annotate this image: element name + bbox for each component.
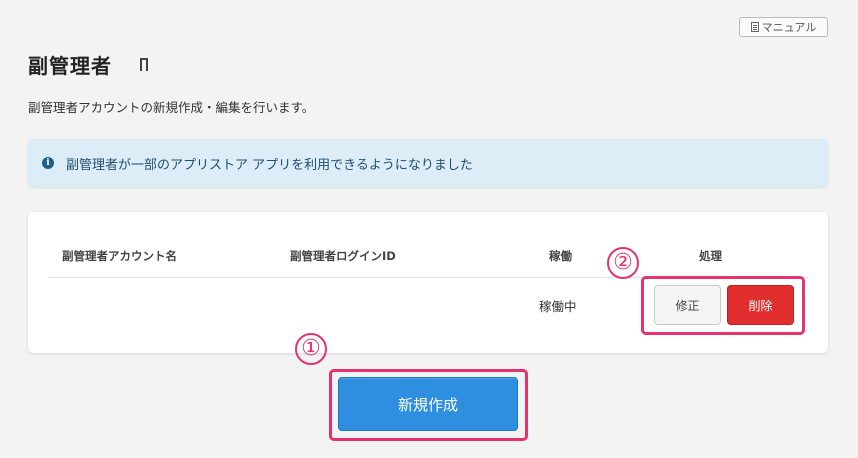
manual-button[interactable]: マニュアル bbox=[739, 17, 828, 37]
page-title: 副管理者 bbox=[28, 54, 112, 78]
highlight-actions bbox=[641, 276, 805, 335]
info-banner: i 副管理者が一部のアプリストア アプリを利用できるようになりました bbox=[28, 139, 828, 187]
bookmark-icon[interactable] bbox=[140, 58, 148, 75]
row-status: 稼働中 bbox=[539, 299, 577, 314]
info-banner-text: 副管理者が一部のアプリストア アプリを利用できるようになりました bbox=[66, 157, 473, 173]
column-header-action: 処理 bbox=[699, 249, 722, 263]
column-header-login-id: 副管理者ログインID bbox=[290, 249, 396, 263]
manual-label: マニュアル bbox=[761, 21, 817, 34]
column-header-status: 稼働 bbox=[549, 249, 572, 263]
document-icon bbox=[750, 22, 759, 32]
page-description: 副管理者アカウントの新規作成・編集を行います。 bbox=[28, 100, 315, 115]
info-icon: i bbox=[42, 157, 54, 169]
annotation-marker-1: ① bbox=[295, 333, 327, 365]
page: マニュアル 副管理者 副管理者アカウントの新規作成・編集を行います。 i 副管理… bbox=[0, 0, 858, 458]
column-header-account-name: 副管理者アカウント名 bbox=[62, 249, 177, 263]
annotation-marker-2: ② bbox=[607, 247, 639, 279]
create-new-button[interactable]: 新規作成 bbox=[338, 377, 518, 431]
